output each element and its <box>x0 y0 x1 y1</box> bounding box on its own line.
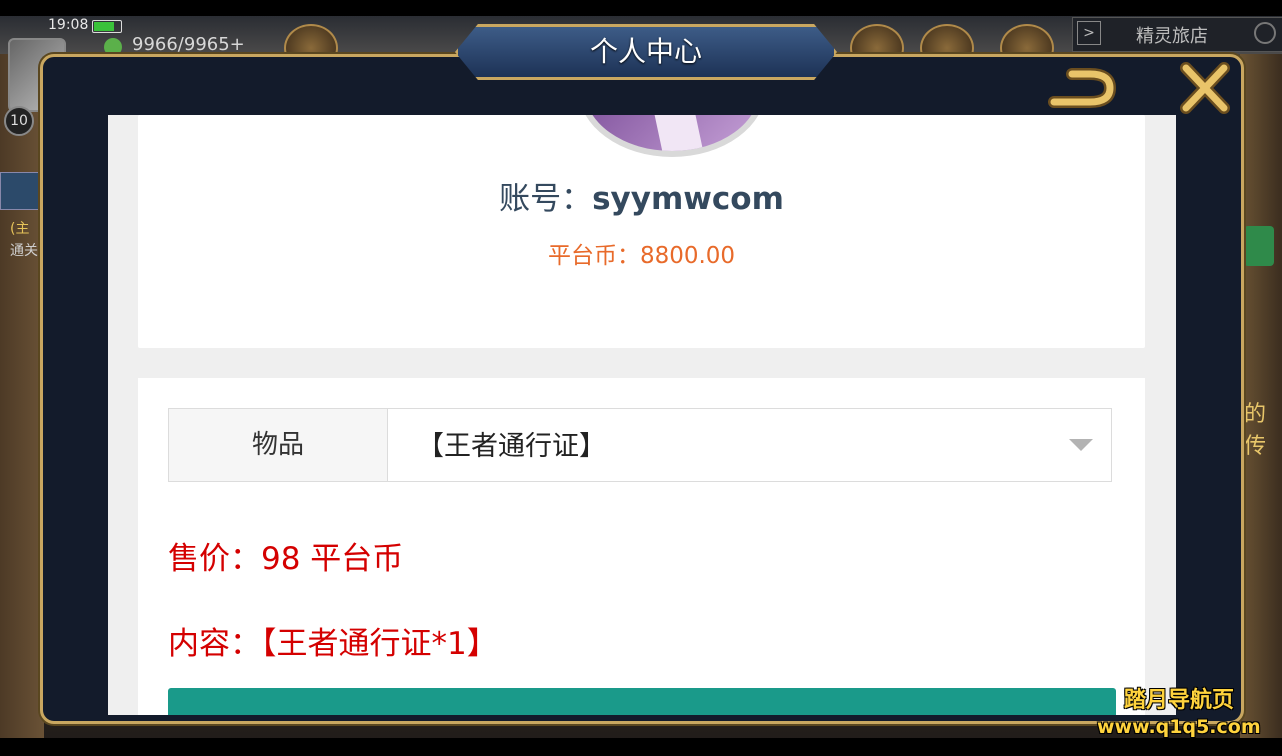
price-label: 售价： <box>168 541 261 577</box>
account-value: syymwcom <box>592 181 784 217</box>
item-label: 物品 <box>169 409 388 481</box>
clock: 19:08 <box>48 17 89 33</box>
purchase-card: 物品 【王者通行证】 售价：98 平台币 内容：【王者通行证*1】 <box>138 378 1145 715</box>
balance-label: 平台币： <box>547 243 640 269</box>
gem-icon[interactable] <box>1244 226 1274 266</box>
chevron-down-icon[interactable] <box>1069 439 1093 451</box>
energy-counter: 9966/9965+ <box>132 34 245 55</box>
shop-name: 精灵旅店 <box>1136 26 1208 47</box>
balance-value: 8800.00 <box>639 243 736 269</box>
buy-button[interactable] <box>168 688 1116 715</box>
watermark-name: 踏月导航页 <box>1124 688 1235 713</box>
status-bar <box>0 0 1282 16</box>
watermark-url: www.q1q5.com <box>1097 716 1261 738</box>
content-label: 内容： <box>168 626 261 662</box>
content-value: 【王者通行证*1】 <box>261 626 498 662</box>
account-label: 账号： <box>499 181 593 217</box>
account-row: 账号：syymwcom <box>138 173 1145 218</box>
avatar <box>578 115 766 157</box>
quest-title: (主 <box>10 221 30 237</box>
quest-subtitle: 通关 <box>10 243 38 259</box>
item-value: 【王者通行证】 <box>417 431 606 462</box>
battery-icon <box>92 20 122 33</box>
back-arrow-icon[interactable] <box>1044 62 1122 114</box>
quest-icon[interactable] <box>0 172 42 210</box>
balance-row: 平台币：8800.00 <box>138 236 1145 270</box>
bottom-bar <box>0 738 1282 756</box>
level-badge: 10 <box>4 106 34 136</box>
expand-arrow-icon[interactable]: > <box>1077 21 1101 45</box>
game-left-edge <box>0 54 44 738</box>
profile-card: 账号：syymwcom 平台币：8800.00 <box>138 115 1145 348</box>
search-icon[interactable] <box>1254 22 1276 44</box>
panel-content[interactable]: 账号：syymwcom 平台币：8800.00 物品 【王者通行证】 售价：98… <box>108 115 1176 715</box>
price-row: 售价：98 平台币 <box>168 533 403 578</box>
price-value: 98 平台币 <box>261 541 404 577</box>
content-row: 内容：【王者通行证*1】 <box>168 618 498 663</box>
close-icon[interactable] <box>1176 60 1234 118</box>
panel-title: 个人中心 <box>589 35 702 68</box>
right-side-text: 的传 <box>1244 402 1267 459</box>
item-select[interactable]: 物品 【王者通行证】 <box>168 408 1112 482</box>
